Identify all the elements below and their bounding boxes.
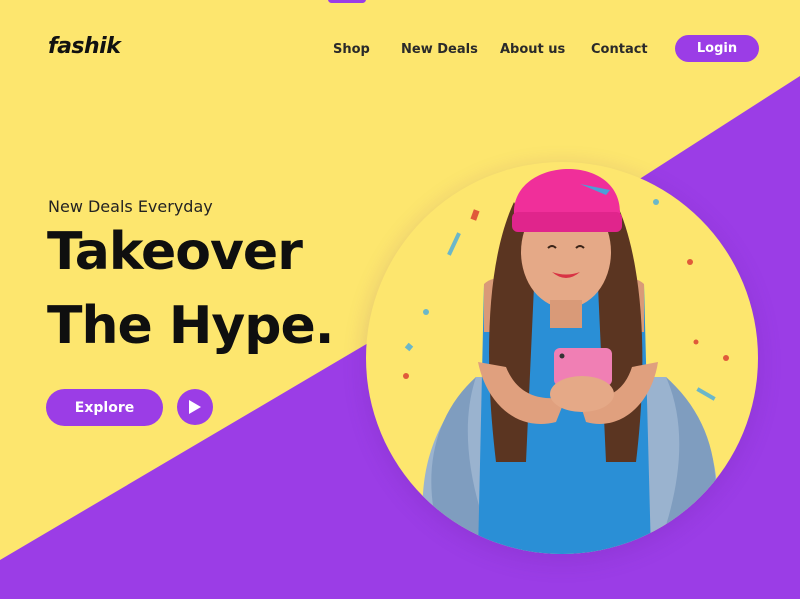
top-indicator [328, 0, 366, 3]
hero-image [366, 162, 758, 554]
hero-person-illustration [403, 168, 729, 554]
nav-item-new-deals[interactable]: New Deals [401, 42, 478, 57]
nav-item-shop[interactable]: Shop [333, 42, 370, 57]
login-button[interactable]: Login [675, 35, 759, 62]
hero-headline-line1: Takeover [47, 222, 303, 282]
hero-headline-line2: The Hype. [47, 296, 335, 356]
hero-subtitle: New Deals Everyday [48, 197, 213, 216]
play-icon [189, 400, 201, 414]
explore-button[interactable]: Explore [46, 389, 163, 426]
nav-item-about-us[interactable]: About us [500, 42, 565, 57]
nav-item-contact[interactable]: Contact [591, 42, 648, 57]
brand-logo[interactable]: fashik [48, 34, 121, 59]
play-button[interactable] [177, 389, 213, 425]
